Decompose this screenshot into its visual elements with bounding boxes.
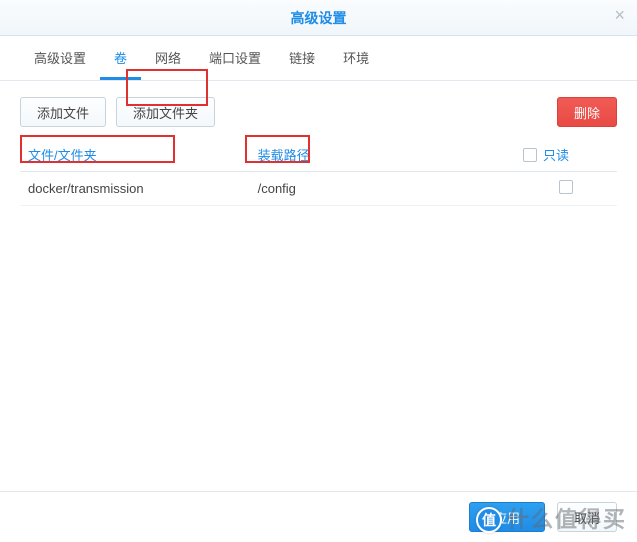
table-row[interactable]: docker/transmission /config <box>20 171 617 205</box>
cell-readonly[interactable] <box>515 171 617 205</box>
tab-ports[interactable]: 端口设置 <box>195 40 275 80</box>
tabs: 高级设置 卷 网络 端口设置 链接 环境 <box>0 36 637 81</box>
table-header-row: 文件/文件夹 装载路径 只读 <box>20 139 617 171</box>
tab-network[interactable]: 网络 <box>141 40 195 80</box>
close-icon[interactable]: × <box>614 6 625 24</box>
header-readonly-label: 只读 <box>543 145 569 164</box>
tab-volume[interactable]: 卷 <box>100 40 141 80</box>
row-readonly-checkbox[interactable] <box>559 180 573 194</box>
toolbar: 添加文件 添加文件夹 删除 <box>20 97 617 127</box>
header-path[interactable]: 文件/文件夹 <box>20 139 250 171</box>
tab-env[interactable]: 环境 <box>329 40 383 80</box>
cell-path[interactable]: docker/transmission <box>20 171 250 205</box>
volume-table: 文件/文件夹 装载路径 只读 docker/transmission /conf… <box>20 139 617 206</box>
add-folder-button[interactable]: 添加文件夹 <box>116 97 215 127</box>
titlebar: 高级设置 × <box>0 0 637 36</box>
content: 添加文件 添加文件夹 删除 文件/文件夹 装载路径 只读 docker/tr <box>0 81 637 206</box>
header-readonly[interactable]: 只读 <box>515 139 617 171</box>
header-mount[interactable]: 装载路径 <box>250 139 515 171</box>
tab-links[interactable]: 链接 <box>275 40 329 80</box>
delete-button[interactable]: 删除 <box>557 97 617 127</box>
footer: 应用 取消 <box>0 492 637 542</box>
titlebar-title: 高级设置 <box>291 8 347 28</box>
tab-advanced[interactable]: 高级设置 <box>20 40 100 80</box>
cancel-button[interactable]: 取消 <box>557 502 617 532</box>
header-readonly-checkbox[interactable] <box>523 148 537 162</box>
apply-button[interactable]: 应用 <box>469 502 545 532</box>
add-file-button[interactable]: 添加文件 <box>20 97 106 127</box>
spacer <box>225 97 547 127</box>
cell-mount[interactable]: /config <box>250 171 515 205</box>
